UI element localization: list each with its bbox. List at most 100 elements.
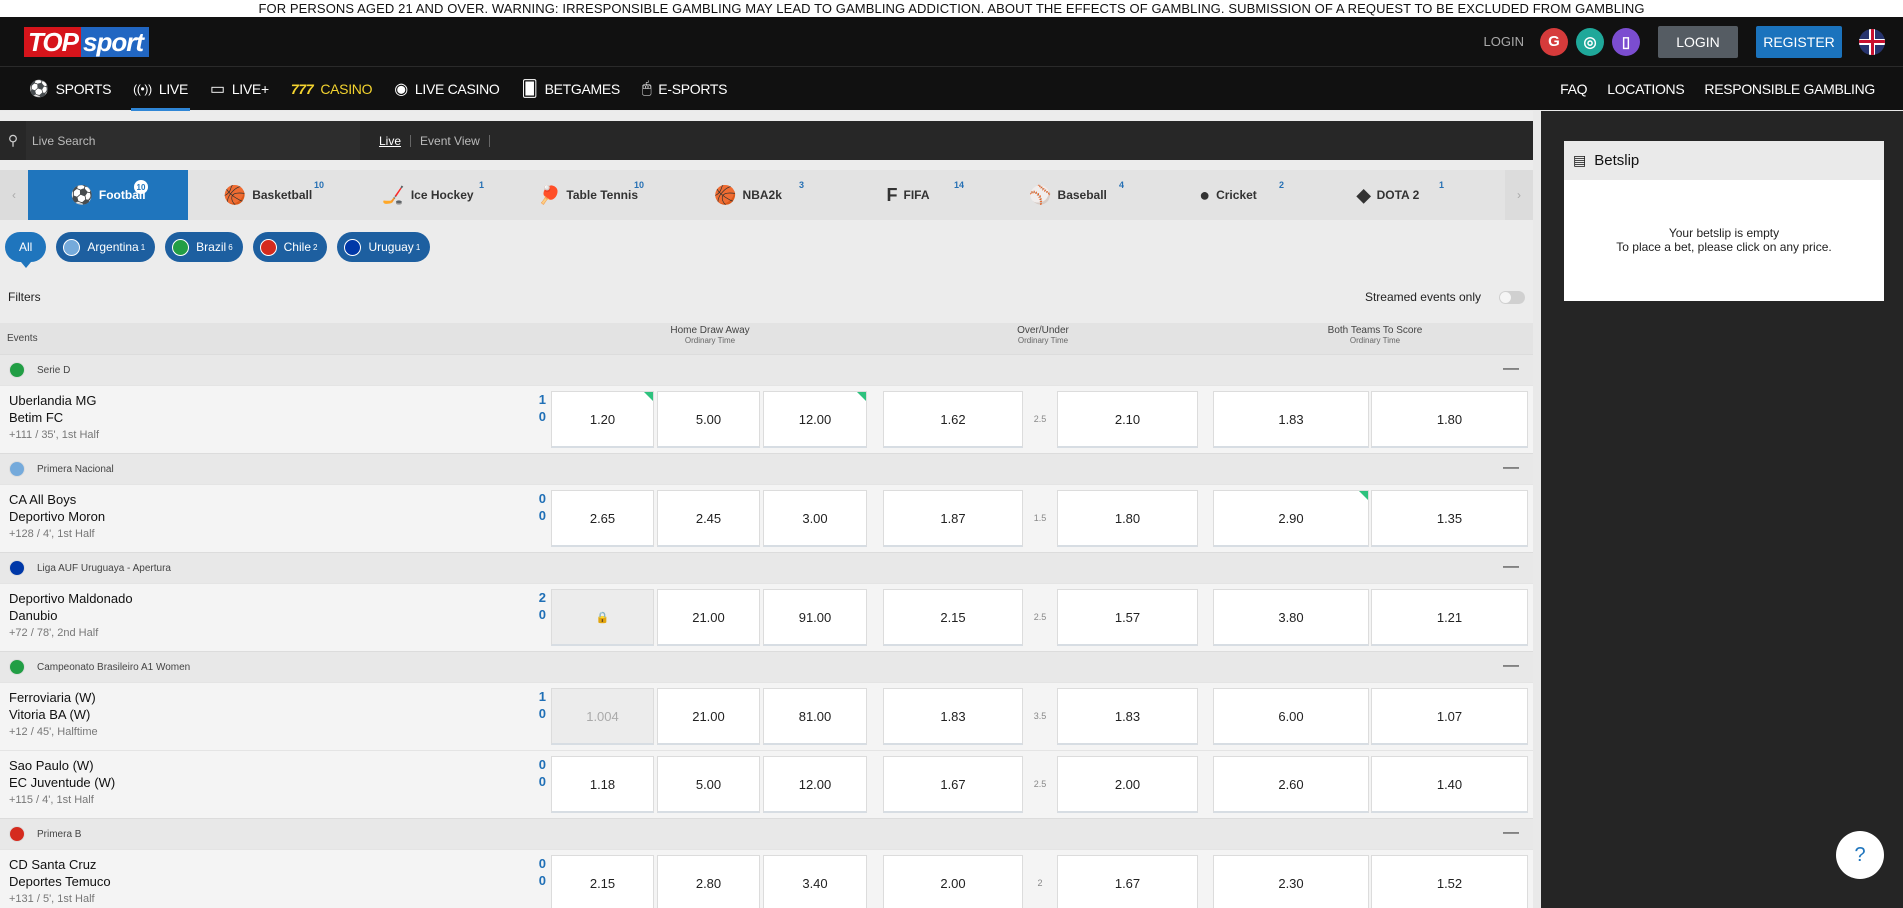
match-teams[interactable]: Deportivo Maldonado Danubio [9,590,133,624]
nav-live-plus[interactable]: ▭ LIVE+ [199,67,280,111]
sport-tab-football[interactable]: ⚽ Football 10 [28,170,188,220]
odd-button[interactable]: 1.67 [883,756,1023,813]
collapse-icon[interactable]: — [1503,658,1519,674]
odd-button[interactable]: 1.57 [1057,589,1198,646]
country-pill-chile[interactable]: Chile 2 [252,232,328,262]
country-pill-brazil[interactable]: Brazil 6 [165,232,243,262]
odd-button[interactable]: 2.15 [551,855,654,908]
odd-button[interactable]: 2.80 [657,855,760,908]
sport-tab-ice-hockey[interactable]: 🏒 Ice Hockey 1 [348,170,508,220]
odd-button[interactable]: 91.00 [763,589,867,646]
match-teams[interactable]: CD Santa Cruz Deportes Temuco [9,856,111,890]
collapse-icon[interactable]: — [1503,460,1519,476]
nav-betgames[interactable]: 🂠 BETGAMES [511,67,631,111]
collapse-icon[interactable]: — [1503,559,1519,575]
odd-button[interactable]: 6.00 [1213,688,1369,745]
odd-button[interactable]: 3.80 [1213,589,1369,646]
odd-button[interactable]: 12.00 [763,391,867,448]
nav-live[interactable]: ((•)) LIVE [122,67,199,111]
odd-button[interactable]: 1.40 [1371,756,1528,813]
odd-button[interactable]: 1.52 [1371,855,1528,908]
login-button[interactable]: LOGIN [1658,25,1738,58]
view-tab-1[interactable]: Event View [411,134,490,147]
odd-button[interactable]: 5.00 [657,756,760,813]
league-row[interactable]: Primera Nacional — [0,453,1533,484]
league-row[interactable]: Serie D — [0,354,1533,385]
collapse-icon[interactable]: — [1503,361,1519,377]
sport-tab-table-tennis[interactable]: 🏓 Table Tennis 10 [508,170,668,220]
search-input[interactable] [26,121,360,160]
view-tab-0[interactable]: Live [370,134,412,147]
sport-tab-baseball[interactable]: ⚾ Baseball 4 [988,170,1148,220]
odd-button[interactable]: 2.60 [1213,756,1369,813]
nav-e-sports[interactable]: 🖱 E-SPORTS [631,67,738,111]
odd-button[interactable]: 2.00 [883,855,1023,908]
league-row[interactable]: Liga AUF Uruguaya - Apertura — [0,552,1533,583]
nav-right-2[interactable]: RESPONSIBLE GAMBLING [1694,67,1885,111]
odd-button[interactable]: 1.83 [883,688,1023,745]
league-row[interactable]: Campeonato Brasileiro A1 Women — [0,651,1533,682]
odd-button[interactable]: 2.45 [657,490,760,547]
odd-button[interactable]: 1.20 [551,391,654,448]
register-button[interactable]: REGISTER [1756,25,1842,58]
strip-right-arrow[interactable]: › [1505,170,1533,220]
match-teams[interactable]: CA All Boys Deportivo Moron [9,491,105,525]
nav-sports[interactable]: ⚽ SPORTS [18,67,122,111]
nav-right-1[interactable]: LOCATIONS [1597,67,1694,111]
sport-tab-dota-2[interactable]: ◆ DOTA 2 1 [1308,170,1468,220]
betslip-header[interactable]: ▤ Betslip [1564,141,1884,180]
odd-button[interactable]: 1.87 [883,490,1023,547]
google-icon[interactable]: G [1540,27,1568,56]
help-chat-icon[interactable]: ? [1836,831,1884,879]
sport-tab-cricket[interactable]: ● Cricket 2 [1148,170,1308,220]
nav-casino[interactable]: 777 CASINO [280,67,383,111]
odd-button[interactable]: 21.00 [657,589,760,646]
odd-button[interactable]: 1.80 [1371,391,1528,448]
nav-live-casino[interactable]: ◉ LIVE CASINO [383,67,510,111]
topsport-logo[interactable]: TOP sport [24,26,149,57]
sport-tab-fifa[interactable]: F FIFA 14 [828,170,988,220]
odd-button[interactable]: 1.62 [883,391,1023,448]
match-meta: +72 / 78', 2nd Half [9,627,99,639]
odd-button[interactable]: 1.07 [1371,688,1528,745]
login-link[interactable]: LOGIN [1484,34,1524,49]
match-teams[interactable]: Uberlandia MG Betim FC [9,392,96,426]
e-sports-icon: 🖱 [641,79,652,97]
odd-button[interactable]: 1.67 [1057,855,1198,908]
odd-button[interactable]: 1.18 [551,756,654,813]
nav-right-0[interactable]: FAQ [1550,67,1597,111]
odd-button[interactable]: 2.10 [1057,391,1198,448]
strip-left-arrow[interactable]: ‹ [0,170,28,220]
sport-tab-basketball[interactable]: 🏀 Basketball 10 [188,170,348,220]
odd-button[interactable]: 1.21 [1371,589,1528,646]
country-pill-all[interactable]: All [5,232,47,268]
odd-button[interactable]: 2.90 [1213,490,1369,547]
odd-button[interactable]: 1.80 [1057,490,1198,547]
odd-button[interactable]: 1.35 [1371,490,1528,547]
odd-button[interactable]: 2.30 [1213,855,1369,908]
odd-button[interactable]: 2.00 [1057,756,1198,813]
match-teams[interactable]: Sao Paulo (W) EC Juventude (W) [9,757,115,791]
collapse-icon[interactable]: — [1503,825,1519,841]
live-casino-label: LIVE CASINO [414,80,500,97]
odd-button[interactable]: 2.15 [883,589,1023,646]
filters-label[interactable]: Filters [8,290,41,304]
odd-button[interactable]: 5.00 [657,391,760,448]
odd-button[interactable]: 21.00 [657,688,760,745]
openid-icon[interactable]: ◎ [1576,27,1604,56]
odd-button[interactable]: 1.83 [1213,391,1369,448]
country-pill-argentina[interactable]: Argentina 1 [56,232,156,262]
odd-button[interactable]: 1.83 [1057,688,1198,745]
odd-button[interactable]: 12.00 [763,756,867,813]
odd-button[interactable]: 3.40 [763,855,867,908]
league-row[interactable]: Primera B — [0,818,1533,849]
match-teams[interactable]: Ferroviaria (W) Vitoria BA (W) [9,689,96,723]
odd-button[interactable]: 81.00 [763,688,867,745]
odd-button[interactable]: 2.65 [551,490,654,547]
sport-tab-nba2k[interactable]: 🏀 NBA2k 3 [668,170,828,220]
phone-icon[interactable]: ▯ [1612,27,1640,56]
odd-button[interactable]: 3.00 [763,490,867,547]
streamed-toggle[interactable] [1499,290,1525,304]
country-pill-uruguay[interactable]: Uruguay 1 [337,232,431,262]
language-flag-icon[interactable] [1859,28,1885,55]
